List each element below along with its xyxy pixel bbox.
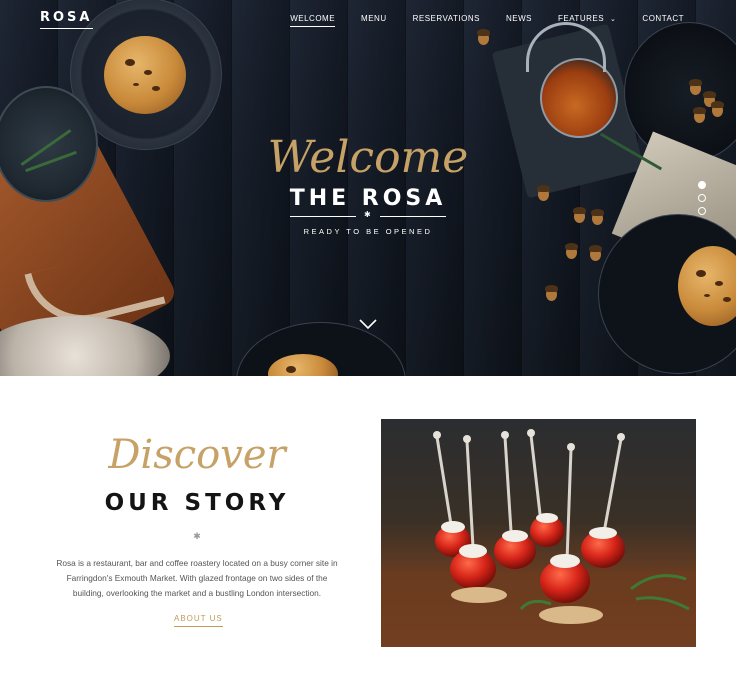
nav-item-features[interactable]: FEATURES ⌄ (558, 14, 616, 27)
nav-item-menu[interactable]: MENU (361, 14, 387, 27)
acorn-image (589, 245, 602, 261)
acorn-image (591, 209, 604, 225)
slider-dot[interactable] (698, 181, 706, 189)
chevron-down-icon[interactable] (358, 316, 378, 332)
nav-item-reservations[interactable]: RESERVATIONS (413, 14, 480, 27)
tomato-skewers-image (381, 429, 696, 647)
nav-item-welcome[interactable]: WELCOME (290, 14, 336, 27)
cookie-image (104, 36, 186, 114)
nav-item-contact[interactable]: CONTACT (642, 14, 684, 27)
acorn-image (711, 101, 724, 117)
acorn-image (565, 243, 578, 259)
story-script-title: Discover (108, 432, 286, 478)
food-photo (381, 419, 696, 647)
hero-banner: ROSA WELCOME MENU RESERVATIONS NEWS FEAT… (0, 0, 736, 376)
star-icon: ✱ (364, 210, 371, 219)
acorn-image (477, 29, 490, 45)
story-text: Rosa is a restaurant, bar and coffee roa… (56, 558, 338, 598)
slider-dots (698, 181, 706, 215)
acorn-image (545, 285, 558, 301)
hero-script-title: Welcome (267, 132, 469, 183)
story-title: OUR STORY (104, 490, 290, 516)
main-nav: WELCOME MENU RESERVATIONS NEWS FEATURES ⌄… (290, 14, 684, 27)
acorn-image (573, 207, 586, 223)
hero-subtitle: READY TO BE OPENED (303, 227, 433, 236)
acorn-image (689, 79, 702, 95)
chevron-down-icon: ⌄ (610, 16, 617, 23)
about-us-link[interactable]: ABOUT US (174, 614, 223, 627)
site-logo[interactable]: ROSA (40, 10, 93, 29)
hero-rule-right (380, 216, 446, 217)
acorn-image (693, 107, 706, 123)
hero-rule-left (290, 216, 356, 217)
hero-title: THE ROSA (289, 186, 447, 211)
nav-item-news[interactable]: NEWS (506, 14, 532, 27)
slider-dot[interactable] (698, 207, 706, 215)
star-icon: ✱ (193, 531, 201, 541)
slider-dot[interactable] (698, 194, 706, 202)
